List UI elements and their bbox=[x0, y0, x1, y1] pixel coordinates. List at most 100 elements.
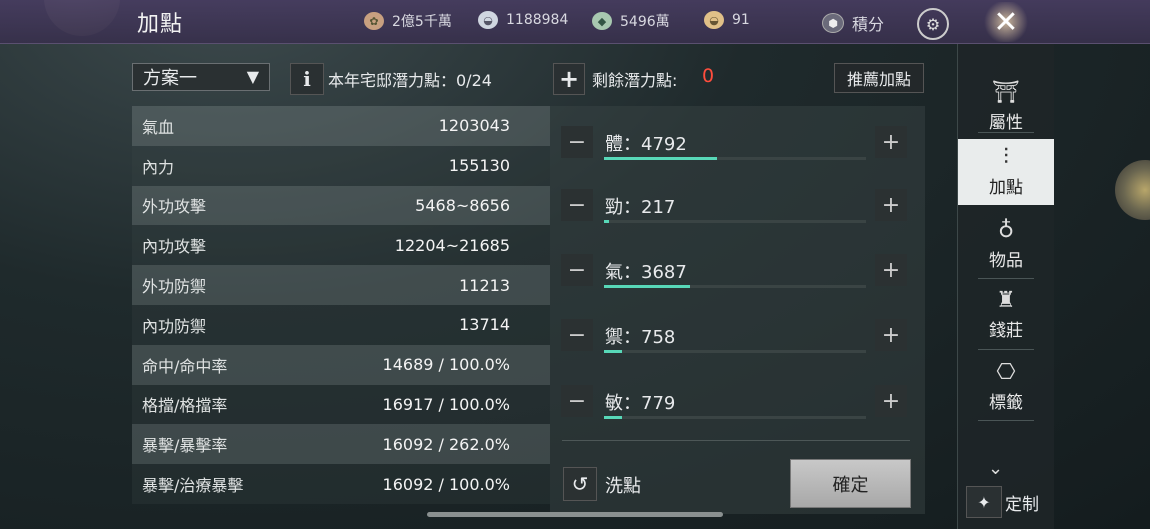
add-potential-button[interactable]: + bbox=[553, 63, 585, 95]
attribute-progress bbox=[604, 157, 866, 160]
stat-value: 14689 / 100.0% bbox=[382, 355, 510, 375]
scrollbar[interactable] bbox=[427, 512, 723, 517]
sliders-icon: ⫶ bbox=[1003, 144, 1009, 170]
increase-button[interactable]: + bbox=[875, 319, 907, 351]
page-title: 加點 bbox=[137, 12, 184, 37]
settings-button[interactable]: ⚙ bbox=[917, 8, 949, 40]
attribute-progress bbox=[604, 220, 866, 223]
stat-label: 內功攻擊 bbox=[142, 237, 207, 257]
plus-icon: + bbox=[881, 192, 901, 218]
nav-item-items[interactable]: ♁ 物品 bbox=[958, 212, 1054, 278]
stat-value: 16092 / 100.0% bbox=[382, 474, 510, 494]
nav-item-attributes[interactable]: ⛩ 屬性 bbox=[958, 74, 1054, 140]
side-menu-toggle[interactable] bbox=[1115, 160, 1150, 220]
decrease-button[interactable]: − bbox=[561, 385, 593, 417]
attribute-label: 體：4792 bbox=[605, 134, 687, 155]
stat-value: 11213 bbox=[459, 275, 510, 295]
attribute-label: 勁：217 bbox=[605, 197, 676, 218]
stat-label: 外功防禦 bbox=[142, 277, 207, 297]
attribute-progress bbox=[604, 350, 866, 353]
reset-button[interactable]: ↺ bbox=[563, 467, 597, 501]
stat-label: 格擋/格擋率 bbox=[142, 396, 228, 416]
progress-fill bbox=[604, 416, 623, 419]
tag-icon: ⎔ bbox=[996, 359, 1016, 385]
increase-button[interactable]: + bbox=[875, 385, 907, 417]
stat-label: 外功攻擊 bbox=[142, 197, 207, 217]
progress-fill bbox=[604, 285, 691, 288]
plus-icon: + bbox=[881, 257, 901, 283]
custom-button[interactable]: ✦ bbox=[966, 486, 1002, 518]
info-button[interactable]: i bbox=[290, 63, 324, 95]
resource-coin-value: 2億5千萬 bbox=[392, 14, 452, 30]
points-label: 積分 bbox=[852, 15, 885, 34]
undo-icon: ↺ bbox=[571, 472, 589, 496]
increase-button[interactable]: + bbox=[875, 126, 907, 158]
stat-value: 155130 bbox=[448, 156, 510, 176]
attribute-row: − 氣：3687 + bbox=[550, 254, 925, 294]
progress-fill bbox=[604, 350, 623, 353]
increase-button[interactable]: + bbox=[875, 254, 907, 286]
close-button[interactable]: ✕ bbox=[982, 2, 1030, 42]
side-navigation: ⛩ 屬性 ⫶ 加點 ♁ 物品 ♜ 錢莊 ⎔ 標籤 bbox=[957, 44, 1054, 529]
scheme-dropdown[interactable]: 方案一 ▼ bbox=[132, 63, 270, 91]
resource-gold-value: 91 bbox=[732, 12, 750, 28]
decrease-button[interactable]: − bbox=[561, 254, 593, 286]
attribute-row: − 體：4792 + bbox=[550, 126, 925, 166]
stat-row: 暴擊/治療暴擊 16092 / 100.0% bbox=[132, 464, 550, 504]
nav-item-bank[interactable]: ♜ 錢莊 bbox=[958, 282, 1054, 348]
attribute-row: − 敏：779 + bbox=[550, 385, 925, 425]
stat-row: 格擋/格擋率 16917 / 100.0% bbox=[132, 384, 550, 425]
remaining-points-label: 剩餘潛力點: bbox=[592, 71, 678, 90]
minus-icon: − bbox=[567, 129, 587, 155]
shield-badge-icon: ⬢ bbox=[822, 13, 844, 33]
divider bbox=[562, 440, 910, 441]
nav-item-tags[interactable]: ⎔ 標籤 bbox=[958, 354, 1054, 420]
resource-gold: ◒ 91 bbox=[704, 11, 750, 29]
stat-row: 內功攻擊 12204~21685 bbox=[132, 225, 550, 266]
plus-icon: + bbox=[881, 322, 901, 348]
minus-icon: − bbox=[567, 257, 587, 283]
reset-label: 洗點 bbox=[605, 476, 641, 497]
gear-icon: ⚙ bbox=[925, 14, 941, 34]
chevron-down-icon: ▼ bbox=[246, 67, 259, 86]
stat-row: 外功攻擊 5468~8656 bbox=[132, 185, 550, 226]
attribute-label: 禦：758 bbox=[605, 327, 676, 348]
custom-label[interactable]: 定制 bbox=[1005, 490, 1039, 515]
stat-row: 內功防禦 13714 bbox=[132, 304, 550, 345]
nav-divider bbox=[978, 349, 1034, 350]
remaining-points-value: 0 bbox=[702, 65, 715, 87]
nav-label: 錢莊 bbox=[989, 320, 1023, 341]
increase-button[interactable]: + bbox=[875, 189, 907, 221]
scheme-label: 方案一 bbox=[143, 68, 197, 89]
resource-silver-value: 1188984 bbox=[506, 12, 569, 28]
resource-jade-value: 5496萬 bbox=[620, 14, 670, 30]
hat-icon: ⛩ bbox=[992, 79, 1020, 105]
decrease-button[interactable]: − bbox=[561, 189, 593, 221]
points-button[interactable]: ⬢ 積分 bbox=[822, 11, 884, 35]
stat-value: 13714 bbox=[459, 315, 510, 335]
plus-icon: + bbox=[881, 129, 901, 155]
confirm-button[interactable]: 確定 bbox=[790, 459, 911, 508]
money-bag-icon: ♜ bbox=[996, 287, 1016, 313]
nav-divider bbox=[978, 420, 1034, 421]
stat-value: 5468~8656 bbox=[415, 195, 510, 215]
chevron-down-icon[interactable]: ⌄ bbox=[988, 458, 1003, 479]
close-icon: ✕ bbox=[993, 4, 1019, 40]
stat-row: 氣血 1203043 bbox=[132, 106, 550, 146]
minus-icon: − bbox=[567, 322, 587, 348]
stat-label: 命中/命中率 bbox=[142, 356, 228, 376]
decrease-button[interactable]: − bbox=[561, 126, 593, 158]
stat-row: 暴擊/暴擊率 16092 / 262.0% bbox=[132, 424, 550, 465]
plus-icon: + bbox=[558, 65, 580, 93]
nav-item-allocate[interactable]: ⫶ 加點 bbox=[958, 139, 1054, 205]
decrease-button[interactable]: − bbox=[561, 319, 593, 351]
attribute-label: 氣：3687 bbox=[605, 262, 687, 283]
top-bar: 加點 ✿ 2億5千萬 ◒ 1188984 ◆ 5496萬 ◒ 91 ⬢ 積分 ⚙… bbox=[0, 0, 1150, 44]
stat-value: 12204~21685 bbox=[394, 235, 510, 255]
info-icon: i bbox=[303, 67, 311, 91]
gold-ingot-icon: ◒ bbox=[704, 11, 724, 29]
stat-row: 內力 155130 bbox=[132, 145, 550, 186]
recommend-button[interactable]: 推薦加點 bbox=[834, 63, 924, 93]
nav-label: 屬性 bbox=[989, 112, 1023, 133]
stat-row: 外功防禦 11213 bbox=[132, 265, 550, 305]
